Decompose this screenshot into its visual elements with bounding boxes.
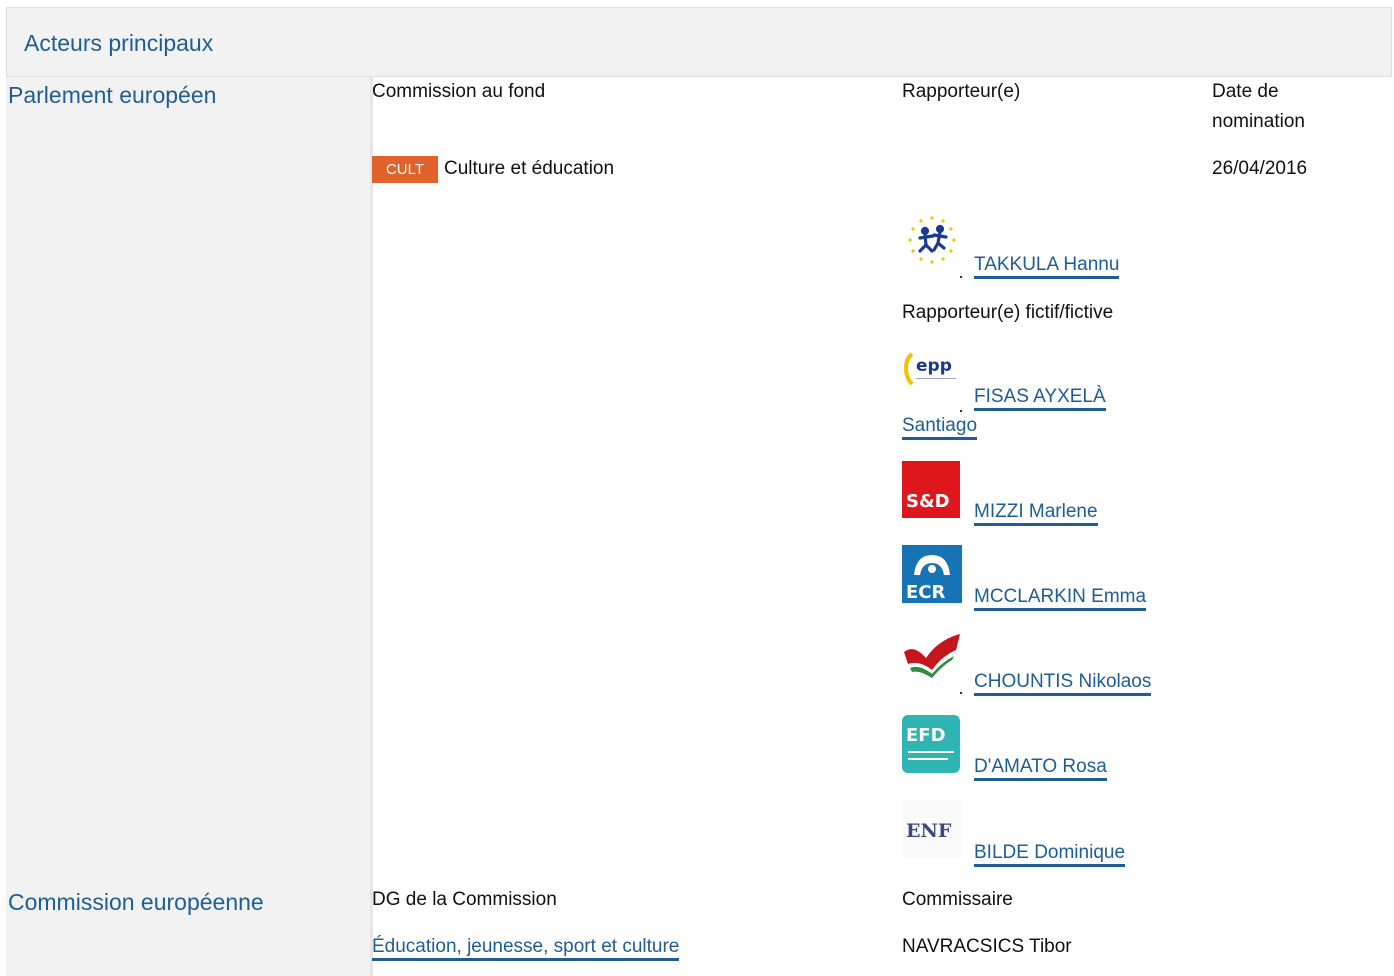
sd-logo: S&D <box>902 461 962 519</box>
col-header-dg: DG de la Commission <box>372 889 557 910</box>
svg-text:epp: epp <box>916 356 952 376</box>
epp-logo: epp <box>902 346 962 404</box>
col-header-commissioner: Commissaire <box>902 889 1013 910</box>
institution-column: Parlement européen Commission européenne <box>6 77 370 976</box>
shadow-name-1b[interactable]: Santiago <box>902 411 978 441</box>
appointment-date: 26/04/2016 <box>1212 158 1308 179</box>
svg-text:ECR: ECR <box>906 582 946 603</box>
committee-badge: CULT <box>372 156 438 183</box>
shadow-link[interactable]: MIZZI Marlene <box>974 501 1098 526</box>
logo-placeholder-dot <box>960 276 962 278</box>
col-header-committee: Commission au fond <box>372 81 546 102</box>
dg-name[interactable]: Éducation, jeunesse, sport et culture <box>372 932 680 962</box>
svg-text:S&D: S&D <box>906 491 950 512</box>
shadow-link[interactable]: Santiago <box>902 415 978 440</box>
shadow-link[interactable]: D'AMATO Rosa <box>974 756 1107 781</box>
alde-logo <box>902 213 962 271</box>
key-players-panel: Acteurs principaux Parlement européen Co… <box>0 0 1394 976</box>
institution-commission[interactable]: Commission européenne <box>8 889 264 916</box>
enf-logo: ENF <box>902 800 962 858</box>
shadow-name-1a[interactable]: FISAS AYXELÀ <box>974 382 1106 412</box>
shadow-link[interactable]: FISAS AYXELÀ <box>974 386 1106 411</box>
col-header-date: Date de nomination <box>1212 81 1305 132</box>
gue-ngl-logo <box>902 630 962 688</box>
rapporteur-link[interactable]: TAKKULA Hannu <box>974 254 1120 279</box>
column-divider <box>370 77 373 976</box>
logo-placeholder-dot <box>960 692 962 694</box>
efdd-logo: EFD <box>902 715 962 773</box>
ecr-logo: ECR <box>902 545 962 603</box>
shadow-link[interactable]: BILDE Dominique <box>974 842 1126 867</box>
shadow-name-5[interactable]: D'AMATO Rosa <box>974 752 1107 782</box>
svg-text:ENF: ENF <box>906 820 952 842</box>
rapporteur-name[interactable]: TAKKULA Hannu <box>974 250 1120 280</box>
shadow-name-2[interactable]: MIZZI Marlene <box>974 497 1098 527</box>
shadow-name-3[interactable]: MCCLARKIN Emma <box>974 582 1147 612</box>
shadow-name-6[interactable]: BILDE Dominique <box>974 838 1126 868</box>
shadow-link[interactable]: CHOUNTIS Nikolaos <box>974 671 1152 696</box>
committee-name: Culture et éducation <box>444 158 615 179</box>
dg-link[interactable]: Éducation, jeunesse, sport et culture <box>372 936 680 961</box>
institution-parliament[interactable]: Parlement européen <box>8 82 216 109</box>
svg-text:EFD: EFD <box>906 725 946 746</box>
commissioner-name: NAVRACSICS Tibor <box>902 936 1072 957</box>
col-header-rapporteur: Rapporteur(e) <box>902 81 1021 102</box>
shadow-rapporteur-label: Rapporteur(e) fictif/fictive <box>902 302 1114 323</box>
shadow-link[interactable]: MCCLARKIN Emma <box>974 586 1147 611</box>
panel-title: Acteurs principaux <box>24 30 214 56</box>
panel-header: Acteurs principaux <box>6 7 1392 77</box>
shadow-name-4[interactable]: CHOUNTIS Nikolaos <box>974 667 1152 697</box>
